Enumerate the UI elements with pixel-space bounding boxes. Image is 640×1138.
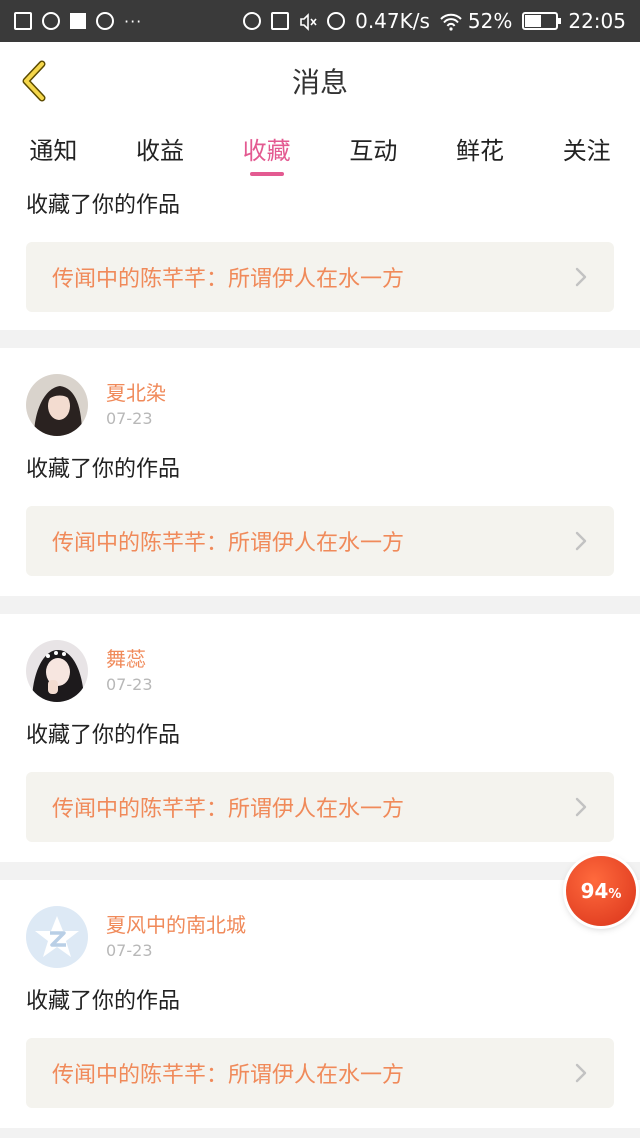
list-item: 夏北染 07-23 收藏了你的作品 传闻中的陈芊芊：所谓伊人在水一方 [0, 348, 640, 596]
user-row: 夏风中的南北城 07-23 [26, 906, 614, 968]
work-title: 传闻中的陈芊芊：所谓伊人在水一方 [52, 1063, 405, 1088]
avatar[interactable] [26, 374, 88, 436]
action-text: 收藏了你的作品 [26, 457, 181, 482]
globe-icon [96, 12, 114, 30]
work-title: 传闻中的陈芊芊：所谓伊人在水一方 [52, 797, 405, 822]
work-title: 传闻中的陈芊芊：所谓伊人在水一方 [52, 267, 405, 292]
progress-badge[interactable]: 94% [566, 856, 636, 926]
action-text: 收藏了你的作品 [26, 193, 181, 218]
nav-bar: 消息 [0, 42, 640, 120]
more-notifications-icon: ··· [124, 11, 143, 31]
work-link[interactable]: 传闻中的陈芊芊：所谓伊人在水一方 [26, 506, 614, 576]
work-title: 传闻中的陈芊芊：所谓伊人在水一方 [52, 531, 405, 556]
shield-icon [243, 12, 262, 30]
nfc-icon [271, 12, 290, 30]
user-row: 舞蕊 07-23 [26, 640, 614, 702]
wifi-icon [440, 12, 462, 31]
user-name[interactable]: 夏风中的南北城 [106, 912, 246, 938]
avatar[interactable] [26, 906, 88, 968]
message-list: 收藏了你的作品 传闻中的陈芊芊：所谓伊人在水一方 夏北染 07-23 收藏了你的… [0, 176, 640, 1138]
message-date: 07-23 [106, 941, 153, 960]
page-title: 消息 [291, 66, 348, 99]
user-name[interactable]: 夏北染 [106, 380, 166, 406]
default-avatar-icon [26, 906, 88, 968]
mute-icon [299, 12, 317, 31]
tab-interactions[interactable]: 互动 [320, 120, 427, 176]
tab-flowers[interactable]: 鲜花 [427, 120, 534, 176]
chevron-right-icon [575, 267, 587, 287]
list-item: 夏风中的南北城 07-23 收藏了你的作品 传闻中的陈芊芊：所谓伊人在水一方 [0, 880, 640, 1128]
message-date: 07-23 [106, 409, 153, 428]
tab-following[interactable]: 关注 [533, 120, 640, 176]
badge-value: 94 [580, 879, 609, 903]
badge-unit: % [608, 886, 622, 902]
battery-percent: 52% [467, 9, 513, 33]
tab-earnings[interactable]: 收益 [107, 120, 214, 176]
work-link[interactable]: 传闻中的陈芊芊：所谓伊人在水一方 [26, 772, 614, 842]
tab-bar: 通知 收益 收藏 互动 鲜花 关注 [0, 120, 640, 176]
chevron-right-icon [575, 1063, 587, 1083]
list-item: 舞蕊 07-23 收藏了你的作品 传闻中的陈芊芊：所谓伊人在水一方 [0, 614, 640, 862]
battery-icon [522, 12, 562, 30]
list-item: 收藏了你的作品 传闻中的陈芊芊：所谓伊人在水一方 [0, 176, 640, 330]
action-text: 收藏了你的作品 [26, 989, 181, 1014]
user-row: 夏北染 07-23 [26, 374, 614, 436]
status-bar: ··· 0.47K/s 52% 22:05 [0, 0, 640, 42]
tab-favorites[interactable]: 收藏 [213, 120, 320, 176]
clock: 22:05 [568, 9, 626, 33]
chevron-left-icon [22, 60, 46, 102]
user-name[interactable]: 舞蕊 [106, 646, 153, 672]
message-date: 07-23 [106, 675, 153, 694]
chevron-right-icon [575, 797, 587, 817]
alarm-icon [327, 12, 346, 30]
network-speed: 0.47K/s [355, 9, 430, 33]
back-button[interactable] [18, 58, 50, 104]
action-text: 收藏了你的作品 [26, 723, 181, 748]
image-notification-icon [14, 12, 32, 30]
work-link[interactable]: 传闻中的陈芊芊：所谓伊人在水一方 [26, 1038, 614, 1108]
chat-notification-icon [42, 12, 60, 30]
tab-notifications[interactable]: 通知 [0, 120, 107, 176]
work-link[interactable]: 传闻中的陈芊芊：所谓伊人在水一方 [26, 242, 614, 312]
chevron-right-icon [575, 531, 587, 551]
avatar[interactable] [26, 640, 88, 702]
app-notification-icon [70, 13, 86, 29]
